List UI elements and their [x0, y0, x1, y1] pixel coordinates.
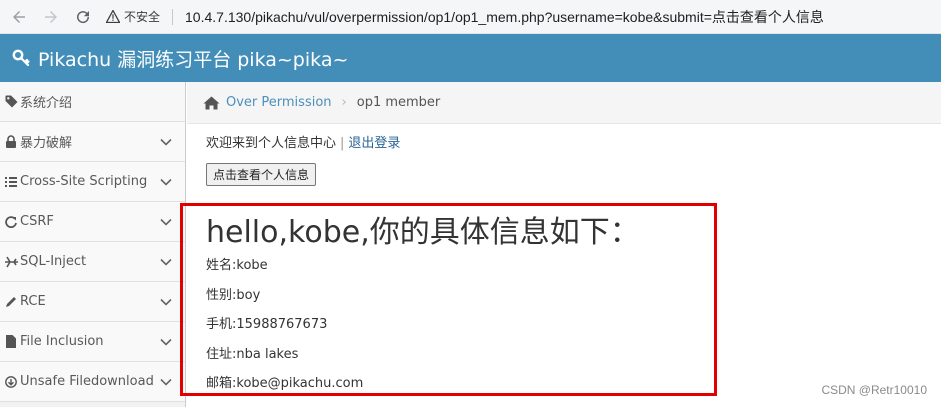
breadcrumb-current: op1 member [356, 95, 441, 110]
welcome-text: 欢迎来到个人信息中心 [206, 136, 337, 151]
info-address: 住址:nba lakes [206, 347, 299, 362]
key-icon [12, 49, 30, 67]
security-label: 不安全 [124, 10, 161, 24]
browser-toolbar: 不安全 10.4.7.130/pikachu/vul/overpermissio… [0, 0, 941, 34]
separator: | [340, 136, 345, 151]
chevron-down-icon [160, 138, 172, 146]
divider [172, 8, 174, 25]
sidebar-item-label: 系统介绍 [20, 96, 73, 111]
view-profile-button[interactable]: 点击查看个人信息 [206, 163, 317, 186]
sidebar-item-label: SQL-Inject [20, 254, 87, 269]
sidebar-item-label: Cross-Site Scripting [20, 174, 148, 189]
sidebar-item-rce[interactable]: RCE [0, 282, 185, 322]
breadcrumb: Over Permission › op1 member [187, 82, 941, 124]
warning-icon [106, 10, 120, 23]
list-icon [4, 176, 18, 188]
app-title[interactable]: Pikachu 漏洞练习平台 pika~pika~ [38, 45, 348, 72]
sidebar-item-label: 暴力破解 [20, 136, 73, 151]
chevron-down-icon [160, 338, 172, 346]
sidebar-item-intro[interactable]: 系统介绍 [0, 82, 185, 122]
address-bar[interactable]: 10.4.7.130/pikachu/vul/overpermission/op… [185, 7, 824, 27]
back-button[interactable] [6, 4, 32, 30]
sidebar-item-label: Unsafe Filedownload [20, 374, 154, 389]
arrow-left-icon [13, 10, 25, 23]
sidebar-item-file-inclusion[interactable]: File Inclusion [0, 322, 185, 362]
sidebar: 系统介绍 暴力破解 Cross-Site Scripting CSRF SQL-… [0, 82, 186, 407]
info-name: 姓名:kobe [206, 258, 268, 273]
sidebar-item-label: CSRF [20, 214, 54, 229]
breadcrumb-link-over-permission[interactable]: Over Permission [226, 95, 332, 110]
pencil-icon [4, 296, 18, 308]
file-icon [4, 335, 18, 348]
home-icon[interactable] [203, 96, 220, 110]
download-icon [4, 375, 18, 388]
chevron-down-icon [160, 298, 172, 306]
info-gender: 性别:boy [206, 288, 261, 303]
plane-icon [4, 256, 18, 268]
chevron-down-icon [160, 258, 172, 266]
breadcrumb-separator-icon: › [341, 95, 347, 110]
info-email: 邮箱:kobe@pikachu.com [206, 376, 364, 391]
chevron-down-icon [160, 218, 172, 226]
watermark: CSDN @Retr10010 [821, 383, 927, 397]
sidebar-item-xss[interactable]: Cross-Site Scripting [0, 162, 185, 202]
hello-heading: hello,kobe,你的具体信息如下： [206, 215, 640, 250]
welcome-line: 欢迎来到个人信息中心 | 退出登录 [206, 132, 400, 151]
refresh-icon [4, 215, 18, 228]
sidebar-item-sql-inject[interactable]: SQL-Inject [0, 242, 185, 282]
app-header: Pikachu 漏洞练习平台 pika~pika~ [0, 34, 941, 82]
sidebar-item-label: File Inclusion [20, 334, 104, 349]
forward-button[interactable] [38, 4, 64, 30]
sidebar-item-label: RCE [20, 294, 46, 309]
reload-icon [77, 10, 90, 23]
logout-link[interactable]: 退出登录 [348, 136, 400, 151]
sidebar-item-csrf[interactable]: CSRF [0, 202, 185, 242]
security-indicator[interactable]: 不安全 [106, 8, 185, 25]
sidebar-item-brute-force[interactable]: 暴力破解 [0, 122, 185, 162]
reload-button[interactable] [70, 4, 96, 30]
chevron-down-icon [160, 378, 172, 386]
tag-icon [4, 95, 18, 108]
arrow-right-icon [45, 10, 57, 23]
info-phone: 手机:15988767673 [206, 317, 328, 332]
sidebar-item-unsafe-filedownload[interactable]: Unsafe Filedownload [0, 362, 185, 402]
chevron-down-icon [160, 178, 172, 186]
lock-icon [4, 135, 18, 148]
